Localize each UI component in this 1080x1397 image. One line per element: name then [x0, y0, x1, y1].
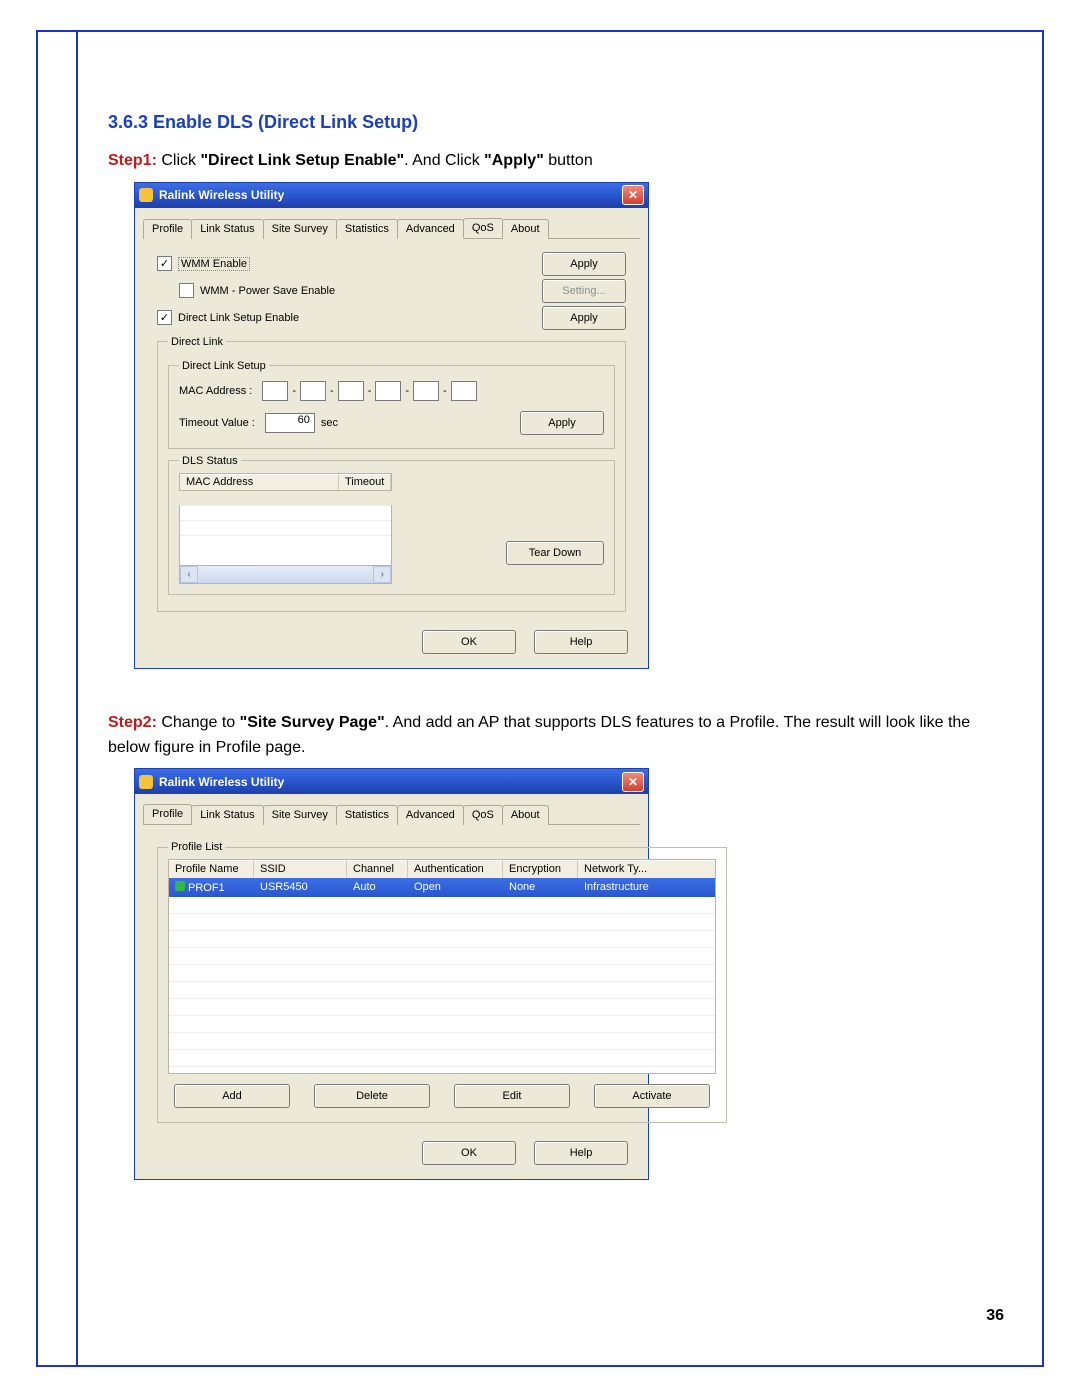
- tab-site-survey[interactable]: Site Survey: [263, 805, 337, 825]
- add-button[interactable]: Add: [174, 1084, 290, 1108]
- qos-window: Ralink Wireless Utility ✕ Profile Link S…: [134, 182, 649, 669]
- tab-about[interactable]: About: [502, 219, 549, 239]
- window-titlebar: Ralink Wireless Utility ✕: [135, 183, 648, 208]
- profile-list: Profile Name SSID Channel Authentication…: [168, 859, 716, 1074]
- app-icon: [139, 775, 153, 789]
- window-title: Ralink Wireless Utility: [159, 775, 284, 789]
- help-button[interactable]: Help: [534, 1141, 628, 1165]
- tab-strip: Profile Link Status Site Survey Statisti…: [143, 804, 640, 825]
- ok-button[interactable]: OK: [422, 1141, 516, 1165]
- scroll-left-icon[interactable]: ‹: [180, 566, 198, 583]
- profile-list-body[interactable]: PROF1 USR5450 Auto Open None Infrastruct…: [169, 878, 715, 1073]
- page-number: 36: [986, 1307, 1004, 1325]
- scroll-right-icon[interactable]: ›: [373, 566, 391, 583]
- profile-window: Ralink Wireless Utility ✕ Profile Link S…: [134, 768, 649, 1180]
- col-ssid[interactable]: SSID: [254, 860, 347, 878]
- dls-enable-checkbox[interactable]: [157, 310, 172, 325]
- tab-profile[interactable]: Profile: [143, 804, 192, 824]
- active-profile-icon: [175, 881, 185, 891]
- direct-link-setup-group: Direct Link Setup MAC Address : - - - -: [168, 360, 615, 449]
- mac-address-label: MAC Address :: [179, 385, 252, 397]
- timeout-unit: sec: [321, 417, 338, 429]
- mac-input-6[interactable]: [451, 381, 477, 401]
- window-title: Ralink Wireless Utility: [159, 188, 284, 202]
- dls-status-list[interactable]: [179, 505, 392, 566]
- setting-button[interactable]: Setting...: [542, 279, 626, 303]
- wmm-ps-label: WMM - Power Save Enable: [200, 285, 335, 297]
- tab-advanced[interactable]: Advanced: [397, 805, 464, 825]
- direct-link-setup-legend: Direct Link Setup: [179, 360, 269, 372]
- col-mac-address[interactable]: MAC Address: [180, 474, 339, 490]
- edit-button[interactable]: Edit: [454, 1084, 570, 1108]
- mac-input-1[interactable]: [262, 381, 288, 401]
- apply-wmm-button[interactable]: Apply: [542, 252, 626, 276]
- wmm-enable-label: WMM Enable: [178, 257, 250, 271]
- section-title: 3.6.3 Enable DLS (Direct Link Setup): [108, 112, 1004, 133]
- profile-list-header: Profile Name SSID Channel Authentication…: [169, 860, 715, 878]
- profile-list-group: Profile List Profile Name SSID Channel A…: [157, 841, 727, 1123]
- apply-timeout-button[interactable]: Apply: [520, 411, 604, 435]
- col-timeout[interactable]: Timeout: [339, 474, 391, 490]
- tab-advanced[interactable]: Advanced: [397, 219, 464, 239]
- step2-text: Step2: Change to "Site Survey Page". And…: [108, 711, 992, 761]
- tear-down-button[interactable]: Tear Down: [506, 541, 604, 565]
- tab-qos[interactable]: QoS: [463, 805, 503, 825]
- timeout-label: Timeout Value :: [179, 417, 255, 429]
- dls-status-header: MAC Address Timeout: [179, 473, 392, 491]
- tab-about[interactable]: About: [502, 805, 549, 825]
- ok-button[interactable]: OK: [422, 630, 516, 654]
- col-profile-name[interactable]: Profile Name: [169, 860, 254, 878]
- profile-list-legend: Profile List: [168, 841, 225, 853]
- mac-input-3[interactable]: [338, 381, 364, 401]
- col-network-type[interactable]: Network Ty...: [578, 860, 715, 878]
- col-encryption[interactable]: Encryption: [503, 860, 578, 878]
- tab-site-survey[interactable]: Site Survey: [263, 219, 337, 239]
- col-channel[interactable]: Channel: [347, 860, 408, 878]
- dls-enable-label: Direct Link Setup Enable: [178, 312, 299, 324]
- wmm-enable-checkbox[interactable]: [157, 256, 172, 271]
- step1-text: Step1: Click "Direct Link Setup Enable".…: [108, 149, 1004, 174]
- close-icon[interactable]: ✕: [622, 185, 644, 205]
- dls-status-legend: DLS Status: [179, 455, 241, 467]
- tab-link-status[interactable]: Link Status: [191, 805, 263, 825]
- dls-status-group: DLS Status MAC Address Timeout: [168, 455, 615, 595]
- timeout-input[interactable]: 60: [265, 413, 315, 433]
- activate-button[interactable]: Activate: [594, 1084, 710, 1108]
- mac-input-4[interactable]: [375, 381, 401, 401]
- window-titlebar: Ralink Wireless Utility ✕: [135, 769, 648, 794]
- dls-status-hscroll[interactable]: ‹ ›: [179, 566, 392, 584]
- col-authentication[interactable]: Authentication: [408, 860, 503, 878]
- apply-dls-button[interactable]: Apply: [542, 306, 626, 330]
- tab-statistics[interactable]: Statistics: [336, 805, 398, 825]
- direct-link-group: Direct Link Direct Link Setup MAC Addres…: [157, 336, 626, 612]
- mac-input-5[interactable]: [413, 381, 439, 401]
- help-button[interactable]: Help: [534, 630, 628, 654]
- tab-strip: Profile Link Status Site Survey Statisti…: [143, 218, 640, 239]
- table-row[interactable]: PROF1 USR5450 Auto Open None Infrastruct…: [169, 878, 715, 897]
- tab-profile[interactable]: Profile: [143, 219, 192, 239]
- mac-input-2[interactable]: [300, 381, 326, 401]
- delete-button[interactable]: Delete: [314, 1084, 430, 1108]
- tab-link-status[interactable]: Link Status: [191, 219, 263, 239]
- wmm-ps-checkbox[interactable]: [179, 283, 194, 298]
- app-icon: [139, 188, 153, 202]
- tab-statistics[interactable]: Statistics: [336, 219, 398, 239]
- tab-qos[interactable]: QoS: [463, 218, 503, 238]
- close-icon[interactable]: ✕: [622, 772, 644, 792]
- direct-link-legend: Direct Link: [168, 336, 226, 348]
